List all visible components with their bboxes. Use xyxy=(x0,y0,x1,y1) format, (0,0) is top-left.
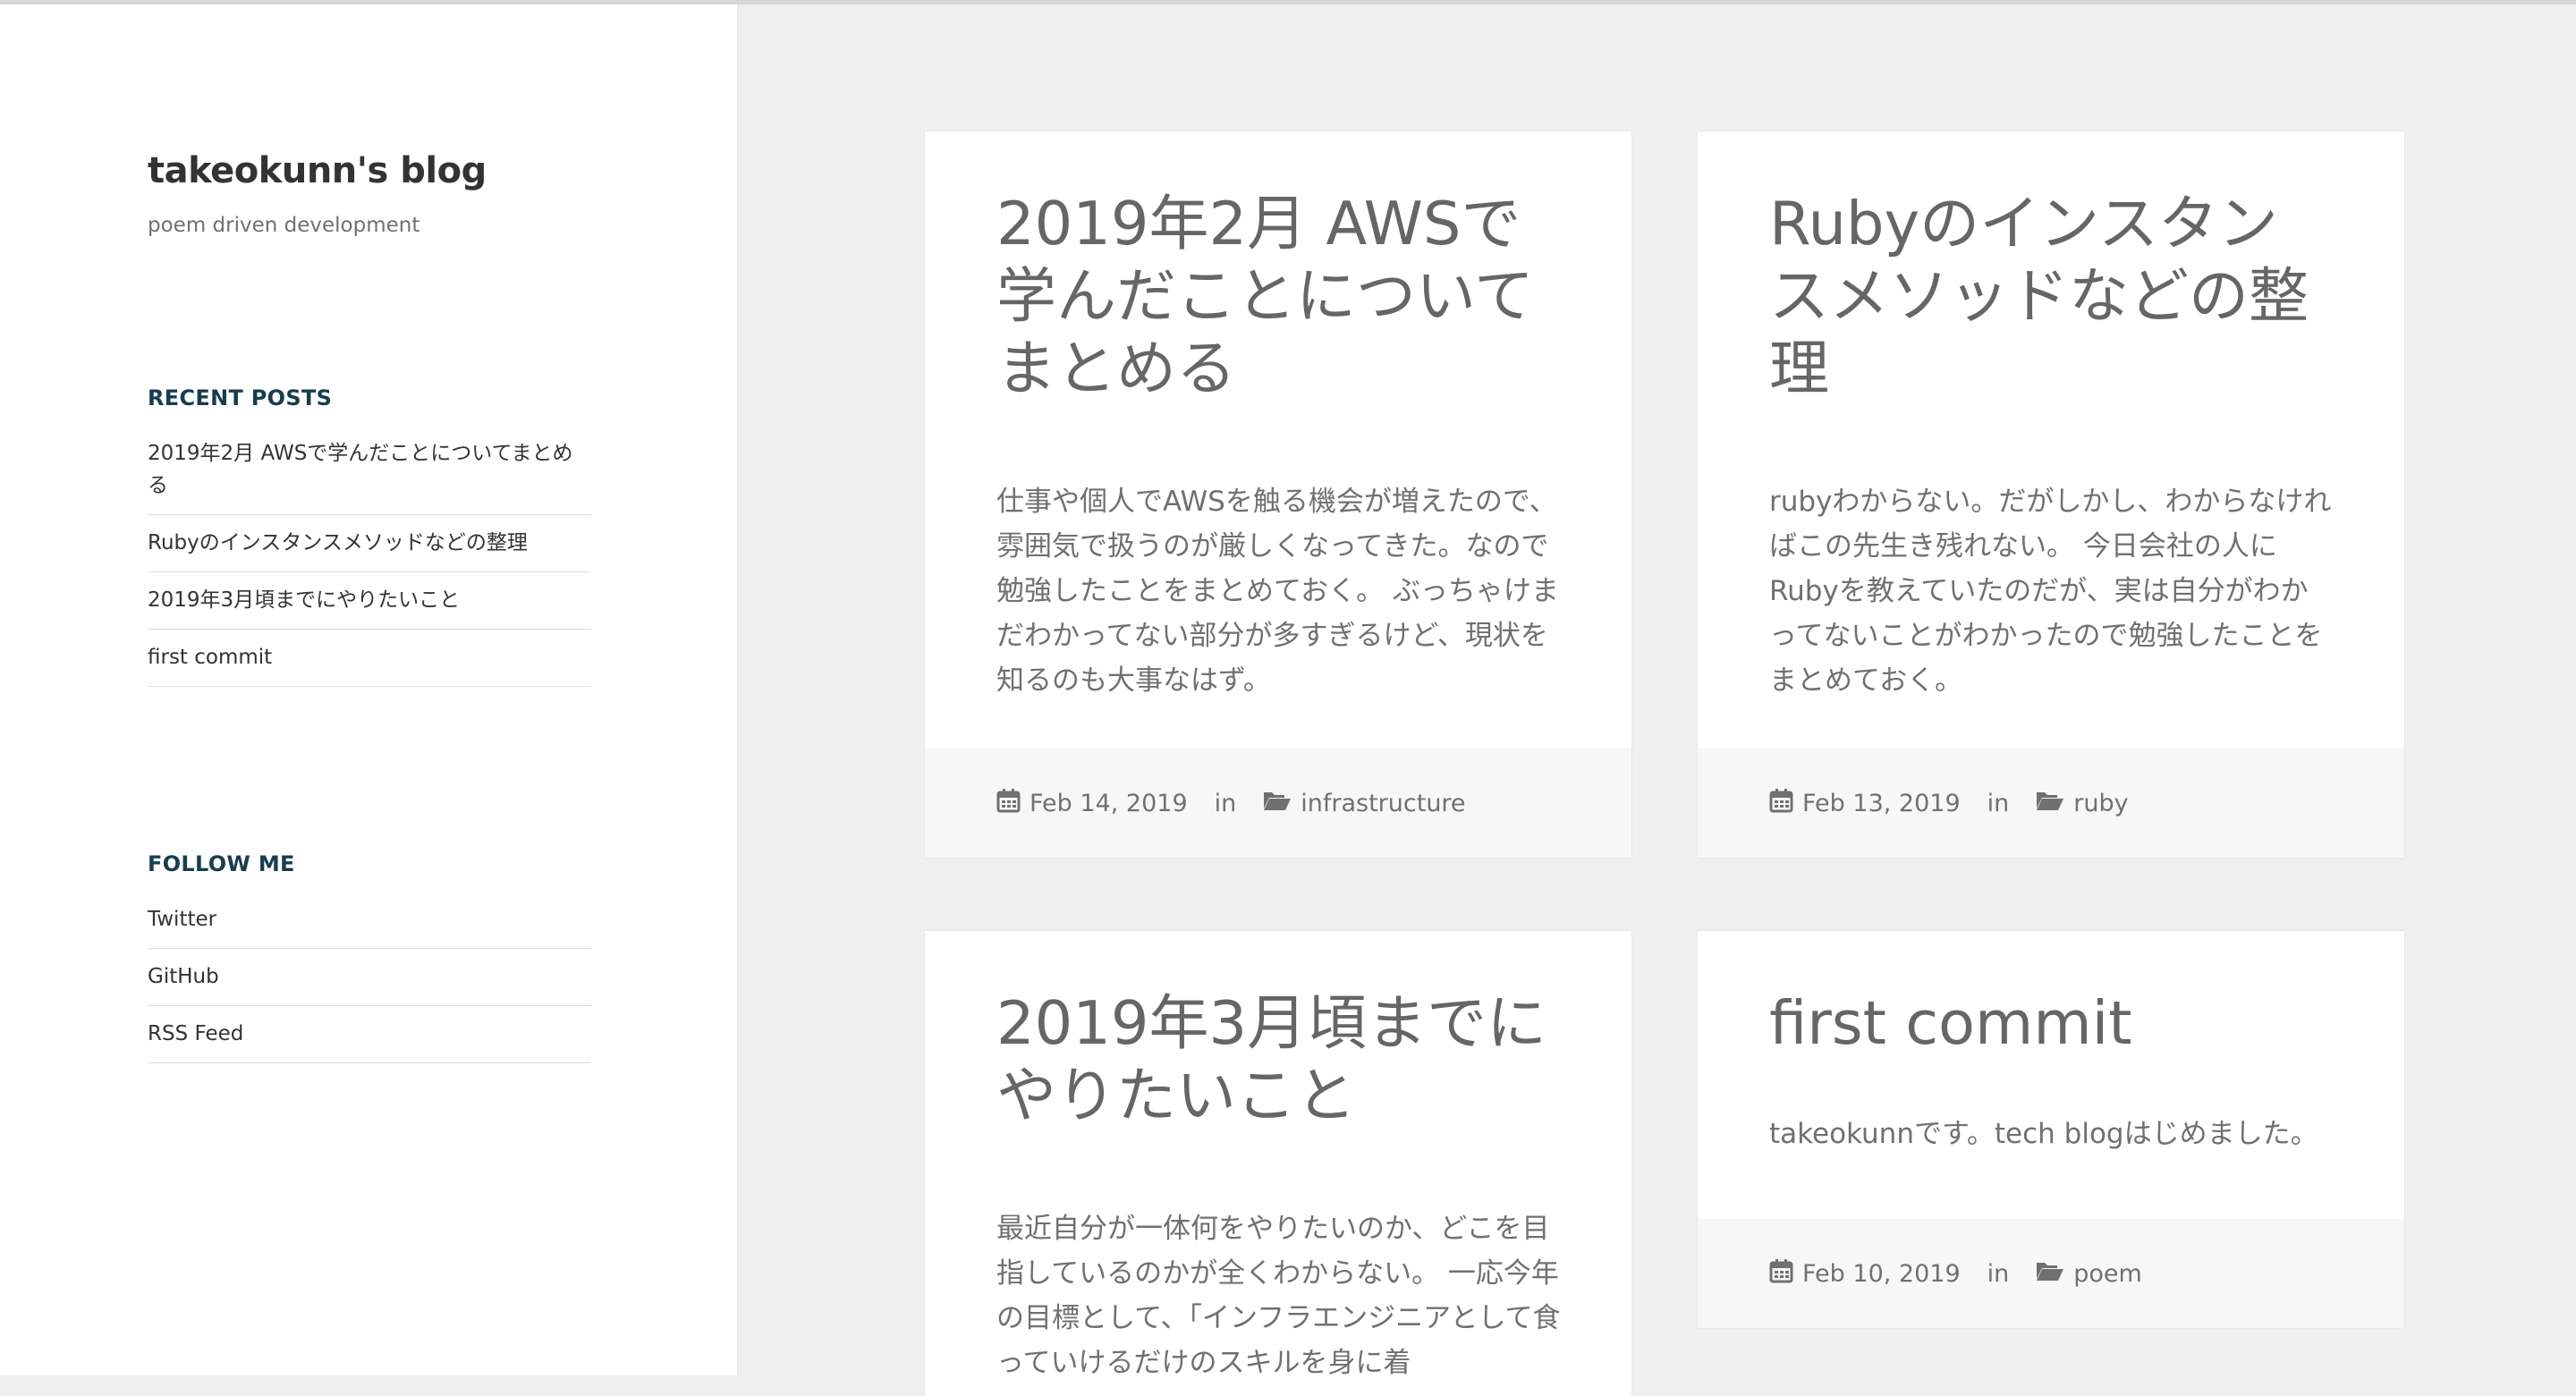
post-card: Rubyのインスタンスメソッドなどの整理 rubyわからない。だがしかし、わから… xyxy=(1698,131,2404,858)
folder-open-icon xyxy=(2036,1260,2064,1288)
calendar-icon xyxy=(1769,1258,1793,1290)
recent-post-link[interactable]: first commit xyxy=(148,630,591,687)
post-card: first commit takeokunnです。tech blogはじめました… xyxy=(1698,931,2404,1328)
twitter-link[interactable]: Twitter xyxy=(148,903,591,949)
post-date[interactable]: Feb 14, 2019 xyxy=(1030,790,1188,817)
recent-post-link[interactable]: 2019年2月 AWSで学んだことについてまとめる xyxy=(148,437,591,515)
post-excerpt: 仕事や個人でAWSを触る機会が増えたので、雰囲気で扱うのが厳しくなってきた。なの… xyxy=(996,486,1559,697)
post-date[interactable]: Feb 10, 2019 xyxy=(1802,1260,1961,1288)
calendar-icon xyxy=(996,788,1021,819)
post-excerpt: 最近自分が一体何をやりたいのか、どこを目指しているのかが全くわからない。 一応今… xyxy=(996,1213,1561,1379)
post-meta: Feb 13, 2019 in ruby xyxy=(1698,749,2404,858)
post-category[interactable]: infrastructure xyxy=(1301,790,1465,817)
rss-feed-link[interactable]: RSS Feed xyxy=(148,1006,591,1063)
follow-me-widget: FOLLOW ME Twitter GitHub RSS Feed xyxy=(148,851,591,1063)
post-excerpt: takeokunnです。tech blogはじめました。 xyxy=(1769,1118,2318,1150)
post-excerpt: rubyわからない。だがしかし、わからなければこの先生き残れない。 今日会社の人… xyxy=(1769,486,2332,697)
in-label: in xyxy=(1987,789,2010,817)
in-label: in xyxy=(1214,789,1237,817)
in-label: in xyxy=(1987,1259,2010,1288)
post-meta: Feb 14, 2019 in infrastructure xyxy=(925,749,1631,858)
github-link[interactable]: GitHub xyxy=(148,949,591,1006)
folder-open-icon xyxy=(1263,790,1292,817)
post-card: 2019年2月 AWSで学んだことについてまとめる 仕事や個人でAWSを触る機会… xyxy=(925,131,1631,858)
follow-me-list: Twitter GitHub RSS Feed xyxy=(148,903,591,1063)
site-title[interactable]: takeokunn's blog xyxy=(148,150,487,191)
post-card: 2019年3月頃までにやりたいこと 最近自分が一体何をやりたいのか、どこを目指し… xyxy=(925,931,1631,1396)
post-title[interactable]: 2019年2月 AWSで学んだことについてまとめる xyxy=(925,131,1631,405)
recent-posts-title: RECENT POSTS xyxy=(148,385,333,410)
post-title[interactable]: 2019年3月頃までにやりたいこと xyxy=(925,931,1631,1132)
follow-me-title: FOLLOW ME xyxy=(148,851,295,876)
post-category[interactable]: poem xyxy=(2073,1260,2142,1288)
folder-open-icon xyxy=(2036,790,2064,817)
post-category[interactable]: ruby xyxy=(2073,790,2128,817)
post-title[interactable]: first commit xyxy=(1698,931,2404,1060)
recent-posts-widget: RECENT POSTS 2019年2月 AWSで学んだことについてまとめる R… xyxy=(148,385,591,687)
post-date[interactable]: Feb 13, 2019 xyxy=(1802,790,1961,817)
recent-post-link[interactable]: 2019年3月頃までにやりたいこと xyxy=(148,572,591,630)
post-meta: Feb 10, 2019 in poem xyxy=(1698,1219,2404,1328)
recent-post-link[interactable]: Rubyのインスタンスメソッドなどの整理 xyxy=(148,515,591,572)
recent-posts-list: 2019年2月 AWSで学んだことについてまとめる Rubyのインスタンスメソッ… xyxy=(148,437,591,687)
sidebar: takeokunn's blog poem driven development… xyxy=(0,4,738,1375)
post-title[interactable]: Rubyのインスタンスメソッドなどの整理 xyxy=(1698,131,2404,405)
calendar-icon xyxy=(1769,788,1793,819)
site-description: poem driven development xyxy=(148,214,420,237)
